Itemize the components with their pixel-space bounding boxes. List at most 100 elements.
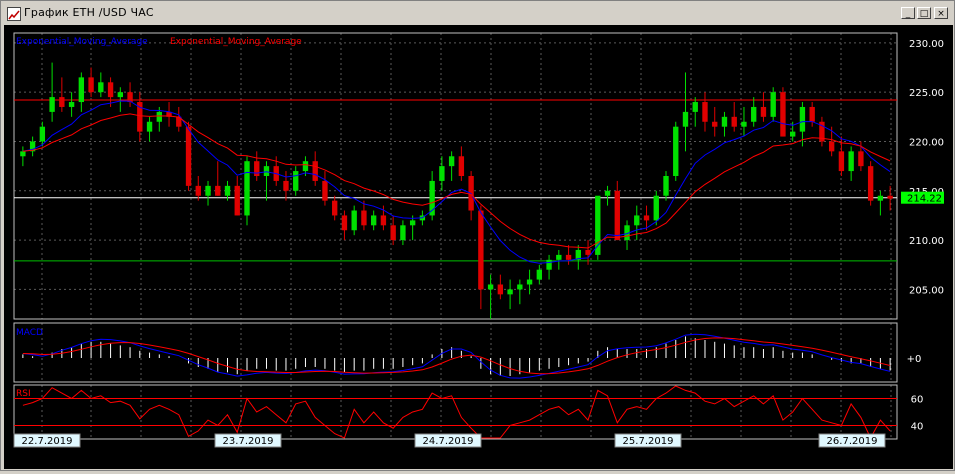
candle-body xyxy=(195,185,201,196)
candle-body xyxy=(702,102,708,122)
time-tick-label: 1ч xyxy=(235,453,247,464)
time-tick-label: 6ч xyxy=(485,453,497,464)
candle-body xyxy=(507,289,513,295)
current-price-tag: 214.22 xyxy=(907,194,942,205)
candle-body xyxy=(604,190,611,196)
candle-body xyxy=(146,121,153,132)
rsi-level-label: 40 xyxy=(911,422,924,433)
candle-body xyxy=(565,254,572,260)
candle-body xyxy=(887,195,893,199)
candle-body xyxy=(59,97,65,107)
candle-body xyxy=(312,161,318,181)
maximize-button[interactable]: □ xyxy=(917,7,931,19)
window-title: График ETH /USD ЧАС xyxy=(24,6,154,19)
candle-body xyxy=(585,249,591,255)
candle-body xyxy=(799,106,806,132)
price-tick-label: 230.00 xyxy=(909,39,944,50)
macd-label: MACD xyxy=(16,328,43,338)
candle-body xyxy=(254,161,260,176)
candle-body xyxy=(790,131,796,137)
time-tick-label: 12ч xyxy=(532,453,551,464)
time-tick-label: 3ч xyxy=(36,453,48,464)
candle-body xyxy=(390,225,396,241)
candle-body xyxy=(88,77,94,93)
time-tick-label: 18ч xyxy=(582,453,601,464)
time-tick-label: 1ч xyxy=(635,453,647,464)
candle-body xyxy=(751,106,757,122)
candle-body xyxy=(478,210,484,290)
time-tick-label: 6ч xyxy=(885,453,897,464)
legend-ema-fast: Exponential_Moving_Average xyxy=(16,37,148,47)
candle-body xyxy=(322,180,328,201)
candle-body xyxy=(49,97,55,112)
candle-body xyxy=(244,161,250,216)
candle-body xyxy=(741,121,747,127)
candle-body xyxy=(780,92,786,137)
candle-body xyxy=(78,77,85,103)
legend-ema-slow: Exponential_Moving_Average xyxy=(170,37,302,47)
candle-body xyxy=(215,185,221,196)
candle-body xyxy=(98,82,104,93)
candle-body xyxy=(380,215,387,226)
price-chart-svg[interactable]: 230.00225.00220.00215.00210.00205.00214.… xyxy=(4,25,953,469)
candle-body xyxy=(673,126,679,176)
candle-body xyxy=(283,180,289,191)
macd-zero-label: +0 xyxy=(907,354,922,365)
candle-body xyxy=(712,121,718,127)
candle-body xyxy=(263,166,270,176)
candle-body xyxy=(224,185,231,196)
candle-body xyxy=(517,284,523,290)
candle-body xyxy=(653,195,659,221)
date-label: 22.7.2019 xyxy=(22,436,73,447)
chart-area[interactable]: 230.00225.00220.00215.00210.00205.00214.… xyxy=(4,25,953,469)
date-label: 23.7.2019 xyxy=(223,436,274,447)
candle-body xyxy=(526,279,533,285)
time-tick-label: 1ч xyxy=(435,453,447,464)
date-label: 26.7.2019 xyxy=(827,436,878,447)
chart-window: График ETH /USD ЧАС _ □ × 230.00 225.00 22… xyxy=(0,0,955,471)
candle-body xyxy=(634,215,640,226)
time-tick-label: 1ч xyxy=(835,453,847,464)
time-tick-label: 6ч xyxy=(285,453,297,464)
close-button[interactable]: × xyxy=(934,7,948,19)
time-tick-label: 18ч xyxy=(782,453,801,464)
candle-body xyxy=(302,161,309,172)
candle-body xyxy=(546,259,552,270)
candle-body xyxy=(332,200,338,216)
candle-body xyxy=(487,284,494,290)
candle-body xyxy=(828,141,835,152)
candle-body xyxy=(858,151,864,167)
candle-body xyxy=(351,210,357,231)
candle-body xyxy=(439,166,445,181)
time-tick-label: 12ч xyxy=(732,453,751,464)
candle-body xyxy=(117,92,123,98)
candle-body xyxy=(848,151,854,172)
candle-body xyxy=(692,102,698,112)
candle-body xyxy=(107,82,114,98)
candle-body xyxy=(400,225,406,241)
candle-body xyxy=(614,190,620,241)
price-tick-label: 220.00 xyxy=(909,137,944,148)
candle-body xyxy=(838,151,845,172)
candle-body xyxy=(205,185,211,196)
candle-body xyxy=(39,126,46,142)
candle-body xyxy=(156,111,162,122)
candle-body xyxy=(760,106,767,117)
candle-body xyxy=(293,171,299,191)
time-tick-label: 12ч xyxy=(132,453,151,464)
minimize-button[interactable]: _ xyxy=(901,7,915,19)
candle-body xyxy=(20,151,26,157)
candle-body xyxy=(663,176,669,196)
price-tick-label: 205.00 xyxy=(909,285,944,296)
price-tick-label: 210.00 xyxy=(909,236,944,247)
title-bar[interactable]: График ETH /USD ЧАС _ □ × xyxy=(3,3,952,23)
date-label: 24.7.2019 xyxy=(423,436,474,447)
candle-body xyxy=(643,215,650,221)
candle-body xyxy=(682,111,689,127)
time-tick-label: 18ч xyxy=(182,453,201,464)
candle-body xyxy=(867,166,874,201)
candle-body xyxy=(497,284,504,295)
candle-body xyxy=(556,254,562,260)
candle-body xyxy=(234,185,240,216)
candle-body xyxy=(185,126,192,186)
